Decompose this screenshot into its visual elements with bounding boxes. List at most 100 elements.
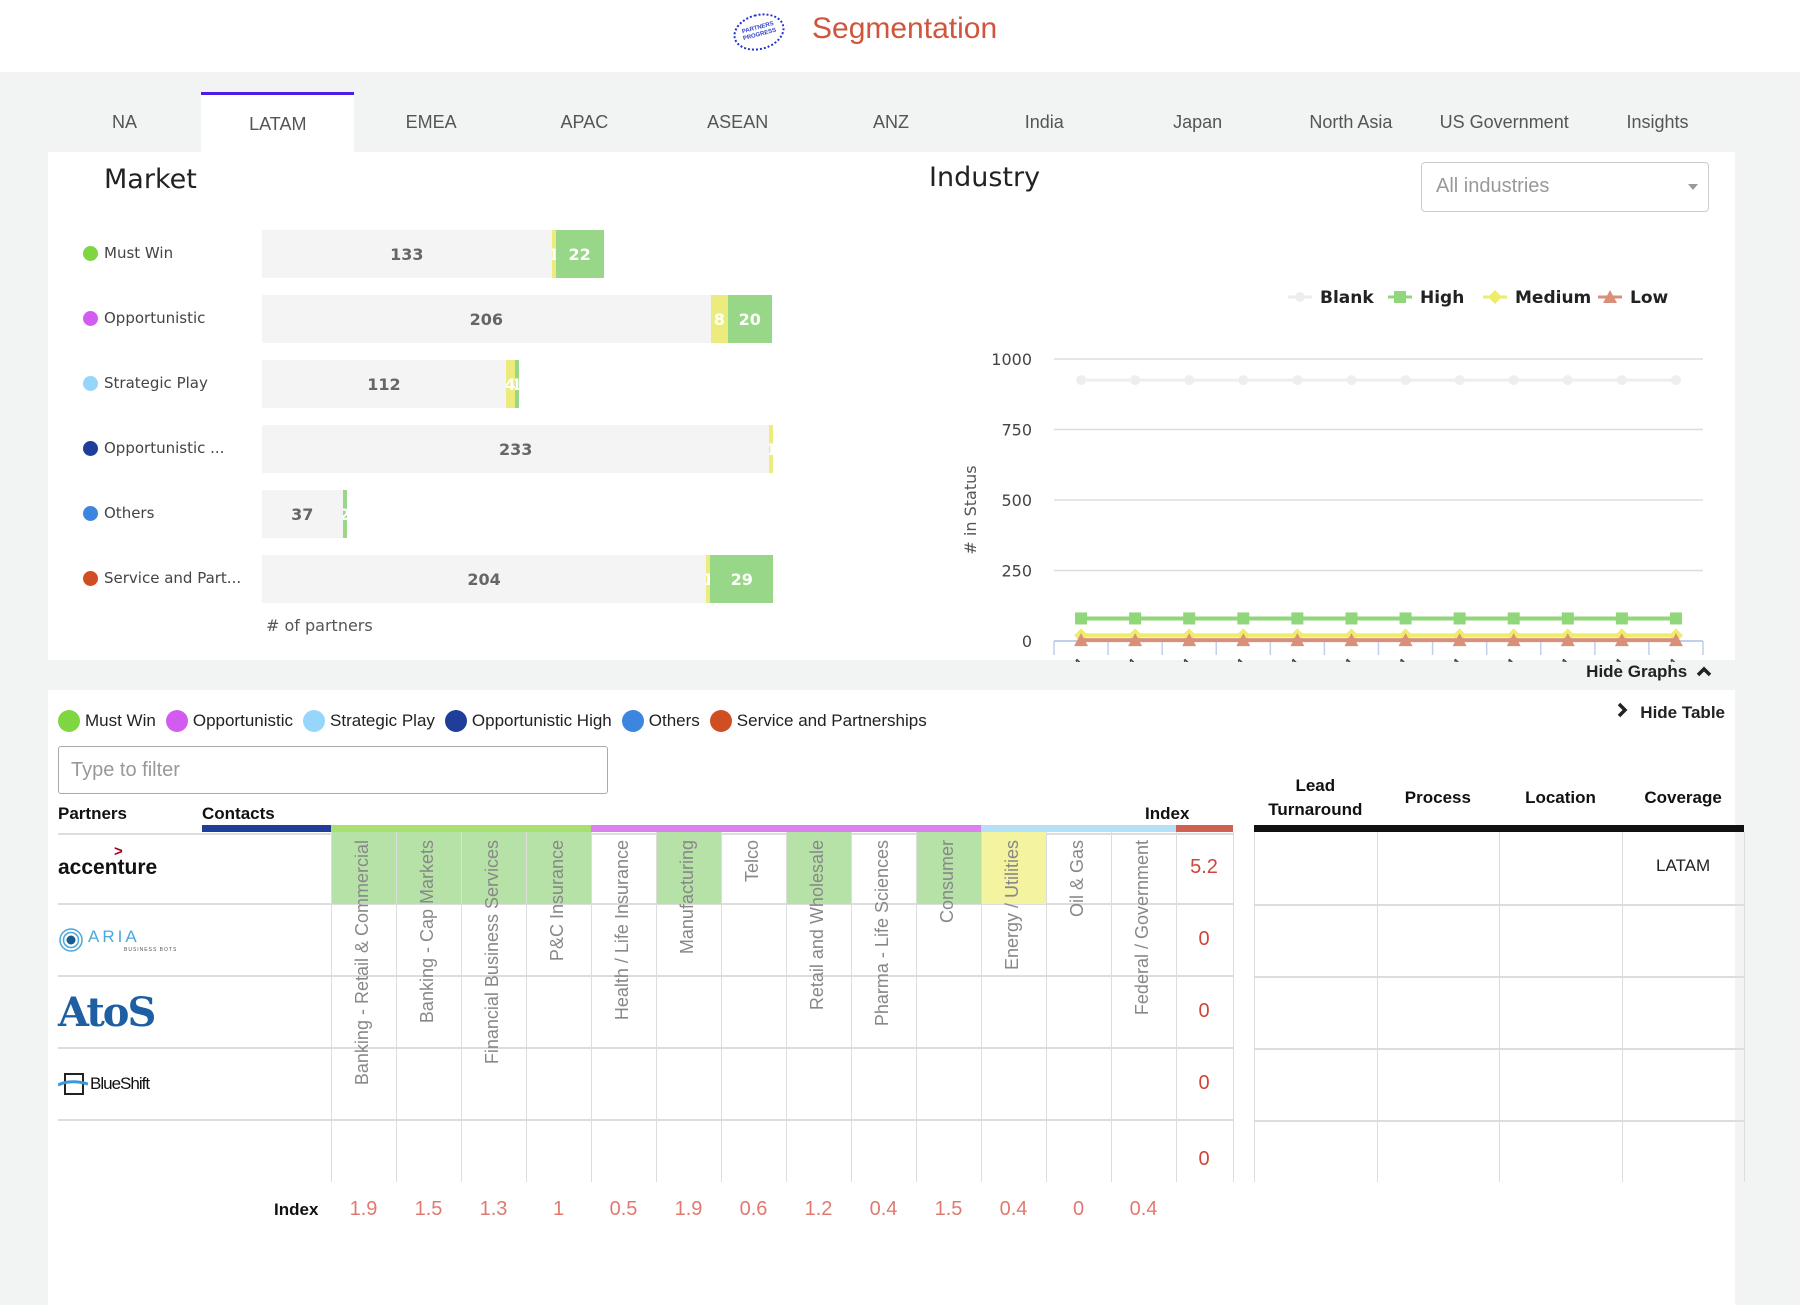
market-x-label: # of partners — [266, 616, 373, 635]
tab-latam[interactable]: LATAM — [201, 92, 355, 152]
column-line — [786, 832, 787, 1182]
aria-eye-icon — [59, 928, 83, 952]
industry-index-value: 0.4 — [869, 1198, 898, 1220]
row-separator — [1254, 976, 1745, 978]
bar-segment-blank[interactable]: 37 — [262, 490, 343, 538]
group-bar-service-and-partnerships — [1176, 825, 1233, 832]
partner-logo-atos[interactable]: AtoS — [58, 976, 156, 1048]
column-line — [591, 832, 592, 1182]
tab-us-government[interactable]: US Government — [1428, 92, 1581, 152]
bar-segment-medium[interactable]: 4 — [505, 360, 515, 408]
bar-segment-high[interactable]: 2 — [342, 490, 347, 538]
page-header: PARTNERS PROGRESS Segmentation — [0, 0, 1800, 72]
tab-asean[interactable]: ASEAN — [661, 92, 814, 152]
partner-name: AtoS — [58, 988, 156, 1036]
y-tick-label: 0 — [1022, 632, 1032, 651]
data-point-high — [1291, 612, 1304, 625]
stacked-bar[interactable]: 204129 — [262, 555, 774, 603]
industry-index-value: 1.5 — [414, 1198, 443, 1220]
industry-index-value: 1.5 — [934, 1198, 963, 1220]
segment-name: Others — [104, 504, 155, 522]
column-header-coverage[interactable]: Coverage — [1622, 786, 1745, 810]
industry-label: Financial Business Services — [482, 840, 502, 1065]
page-title: Segmentation — [812, 12, 998, 45]
blueshift-mark-icon — [58, 1073, 88, 1095]
industry-title: Industry — [929, 162, 1041, 193]
market-row-label: Must Win — [83, 244, 173, 262]
tab-india[interactable]: India — [968, 92, 1121, 152]
x-tick-label: Jan 2024 — [1026, 654, 1090, 662]
industry-index-value: 1.3 — [479, 1198, 508, 1220]
column-header-lead-turnaround[interactable]: Lead Turnaround — [1254, 774, 1377, 822]
bar-segment-blank[interactable]: 112 — [262, 360, 506, 408]
industry-label: Oil & Gas — [1067, 840, 1087, 918]
bar-segment-blank[interactable]: 133 — [262, 230, 552, 278]
partner-name: ARIA — [88, 927, 140, 946]
tab-na[interactable]: NA — [48, 92, 201, 152]
hide-graphs-button[interactable]: Hide Graphs — [1586, 662, 1712, 682]
column-header-process[interactable]: Process — [1377, 786, 1500, 810]
region-tabs: NA LATAM EMEA APAC ASEAN ANZ India Japan North A… — [48, 92, 1735, 152]
stacked-bar[interactable]: 372 — [262, 490, 347, 538]
industry-label: Energy / Utilities — [1002, 840, 1022, 971]
group-bar-opportunistic-high — [202, 825, 331, 832]
row-separator — [1254, 1120, 1745, 1122]
hide-graphs-label: Hide Graphs — [1586, 662, 1688, 681]
segment-dot — [83, 570, 98, 586]
segment-dot — [83, 375, 98, 391]
tab-insights[interactable]: Insights — [1581, 92, 1734, 152]
stacked-bar[interactable]: 2331 — [262, 425, 774, 473]
bar-segment-high[interactable]: 29 — [710, 555, 774, 603]
partners-progress-logo: PARTNERS PROGRESS — [729, 7, 789, 57]
bar-segment-blank[interactable]: 206 — [262, 295, 711, 343]
table-panel: Must Win Opportunistic Strategic Play Oppor… — [48, 690, 1746, 1305]
bar-segment-blank[interactable]: 233 — [262, 425, 770, 473]
market-row: Opportunistic ... 2331 — [48, 425, 848, 473]
market-title: Market — [104, 164, 197, 195]
group-bar-must-win — [331, 825, 591, 832]
tab-north-asia[interactable]: North Asia — [1274, 92, 1427, 152]
column-line — [721, 832, 722, 1182]
stacked-bar[interactable]: 133122 — [262, 230, 604, 278]
industry-label: Banking - Retail & Commercial — [352, 840, 372, 1086]
chevron-down-icon — [1688, 184, 1698, 190]
tab-japan[interactable]: Japan — [1121, 92, 1274, 152]
bar-segment-high[interactable]: 1 — [514, 360, 519, 408]
partner-index-value: 5.2 — [1190, 856, 1218, 878]
market-row: Strategic Play 11241 — [48, 360, 848, 408]
bar-segment-medium[interactable]: 1 — [769, 425, 774, 473]
data-point-high — [1561, 612, 1574, 625]
partner-logo-blueshift[interactable]: BlueShift — [58, 1048, 150, 1120]
tab-emea[interactable]: EMEA — [355, 92, 508, 152]
stacked-bar[interactable]: 206 8 20 — [262, 295, 772, 343]
legend-item-medium: Medium — [1483, 288, 1591, 308]
legend-item-low: Low — [1598, 288, 1669, 308]
partner-logo-aria[interactable]: ARIA BUSINESS BOTS — [58, 904, 177, 976]
row-separator — [1254, 1048, 1745, 1050]
industry-dropdown[interactable]: All industries — [1421, 162, 1709, 212]
row-separator — [58, 1119, 1233, 1121]
accent-chevron-icon: > — [114, 843, 123, 860]
tab-anz[interactable]: ANZ — [815, 92, 968, 152]
bar-segment-high[interactable]: 20 — [728, 295, 772, 343]
market-row-label: Others — [83, 504, 154, 522]
data-point-blank — [1238, 375, 1249, 386]
segment-dot — [83, 440, 98, 456]
stacked-bar[interactable]: 11241 — [262, 360, 519, 408]
column-line — [461, 832, 462, 1182]
column-header-location[interactable]: Location — [1499, 786, 1622, 810]
bar-segment-medium[interactable]: 8 — [710, 295, 728, 343]
market-row-label: Strategic Play — [83, 374, 208, 392]
column-line — [851, 832, 852, 1182]
column-line — [1499, 832, 1501, 1182]
data-point-high — [1669, 612, 1682, 625]
row-separator — [58, 975, 1233, 977]
bar-segment-high[interactable]: 22 — [555, 230, 604, 278]
partner-logo-accenture[interactable]: > accenture — [58, 832, 157, 904]
market-row: Others 372 — [48, 490, 848, 538]
industry-index-value: 0.4 — [999, 1198, 1028, 1220]
tab-apac[interactable]: APAC — [508, 92, 661, 152]
industry-label: Consumer — [937, 840, 957, 924]
bar-segment-blank[interactable]: 204 — [262, 555, 707, 603]
industry-label: Federal / Government — [1132, 840, 1152, 1016]
